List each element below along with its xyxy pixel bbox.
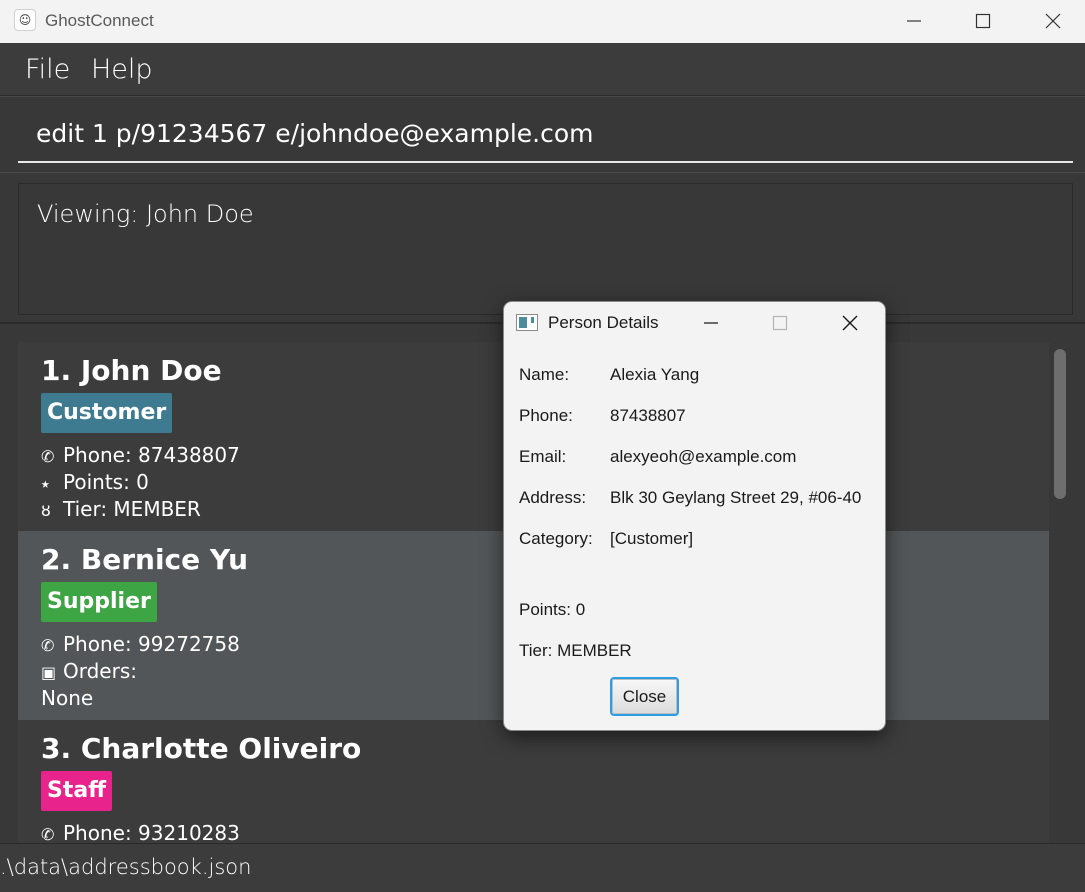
phone-text: Phone: 99272758 [63, 632, 240, 656]
category-label: Category: [519, 529, 593, 548]
menu-file[interactable]: File [25, 54, 70, 85]
minimize-icon [704, 322, 718, 324]
gift-icon: ▣ [41, 663, 57, 682]
orders-field: ▣ Orders: [41, 659, 137, 683]
close-icon [1045, 13, 1061, 29]
dialog-maximize-button [758, 302, 802, 344]
person-name: 2. Bernice Yu [41, 543, 249, 576]
category-value: [Customer] [610, 529, 694, 548]
dialog-close-button[interactable] [828, 302, 872, 344]
points-field: ⭑ Points: 0 [41, 470, 149, 494]
tier-text: Tier: MEMBER [63, 497, 201, 521]
medal-icon: ȣ [41, 501, 51, 520]
tier-field: ȣ Tier: MEMBER [41, 497, 201, 521]
email-label: Email: [519, 447, 567, 466]
maximize-icon [975, 13, 991, 29]
person-card[interactable]: 3. Charlotte Oliveiro Staff ✆ Phone: 9321… [18, 720, 1049, 843]
result-display-area: Viewing: John Doe [0, 172, 1085, 322]
name-value: Alexia Yang [610, 365, 700, 384]
dialog-title: Person Details [548, 313, 659, 332]
dialog-minimize-button[interactable] [689, 302, 733, 344]
tier-info: Tier: MEMBER [519, 641, 632, 660]
command-input[interactable] [18, 105, 1073, 163]
person-name: 1. John Doe [41, 354, 222, 387]
window-icon [516, 314, 538, 331]
phone-icon: ✆ [41, 447, 55, 466]
maximize-button[interactable] [948, 0, 1018, 43]
minimize-icon [907, 20, 921, 22]
title-bar: ☺ GhostConnect [0, 0, 1085, 43]
result-text: Viewing: John Doe [37, 200, 254, 228]
close-button[interactable] [1018, 0, 1085, 43]
minimize-button[interactable] [879, 0, 949, 43]
app-title: GhostConnect [45, 11, 154, 30]
phone-field: ✆ Phone: 99272758 [41, 632, 240, 656]
phone-icon: ✆ [41, 825, 55, 843]
dialog-title-bar: Person Details [504, 302, 885, 344]
email-value: alexyeoh@example.com [610, 447, 797, 466]
address-label: Address: [519, 488, 587, 507]
category-tag: Customer [41, 393, 173, 433]
close-dialog-button[interactable]: Close [610, 677, 679, 716]
menu-help[interactable]: Help [91, 54, 153, 85]
phone-field: ✆ Phone: 93210283 [41, 821, 240, 843]
phone-text: Phone: 93210283 [63, 821, 240, 843]
orders-value: None [41, 686, 94, 710]
points-info: Points: 0 [519, 600, 586, 619]
phone-field: ✆ Phone: 87438807 [41, 443, 240, 467]
phone-value: 87438807 [610, 406, 686, 425]
phone-text: Phone: 87438807 [63, 443, 240, 467]
category-tag: Staff [41, 771, 113, 811]
name-label: Name: [519, 365, 570, 384]
person-details-dialog: Person Details Name: Alexia Yang Phone: … [503, 301, 886, 731]
star-icon: ⭑ [41, 474, 50, 493]
points-text: Points: 0 [63, 470, 149, 494]
ghost-icon: ☺ [14, 9, 36, 31]
maximize-icon [772, 315, 788, 331]
command-box-area [0, 96, 1085, 172]
close-icon [842, 315, 858, 331]
phone-label: Phone: [519, 406, 573, 425]
save-location: .\data\addressbook.json [0, 855, 252, 879]
phone-icon: ✆ [41, 636, 55, 655]
list-scrollbar[interactable] [1054, 349, 1066, 499]
orders-text: Orders: [63, 659, 137, 683]
person-name: 3. Charlotte Oliveiro [41, 732, 362, 765]
menu-bar: File Help [0, 43, 1085, 96]
category-tag: Supplier [41, 582, 157, 622]
status-bar: .\data\addressbook.json [0, 843, 1085, 892]
result-display: Viewing: John Doe [18, 183, 1073, 315]
address-value: Blk 30 Geylang Street 29, #06-40 [610, 488, 862, 507]
